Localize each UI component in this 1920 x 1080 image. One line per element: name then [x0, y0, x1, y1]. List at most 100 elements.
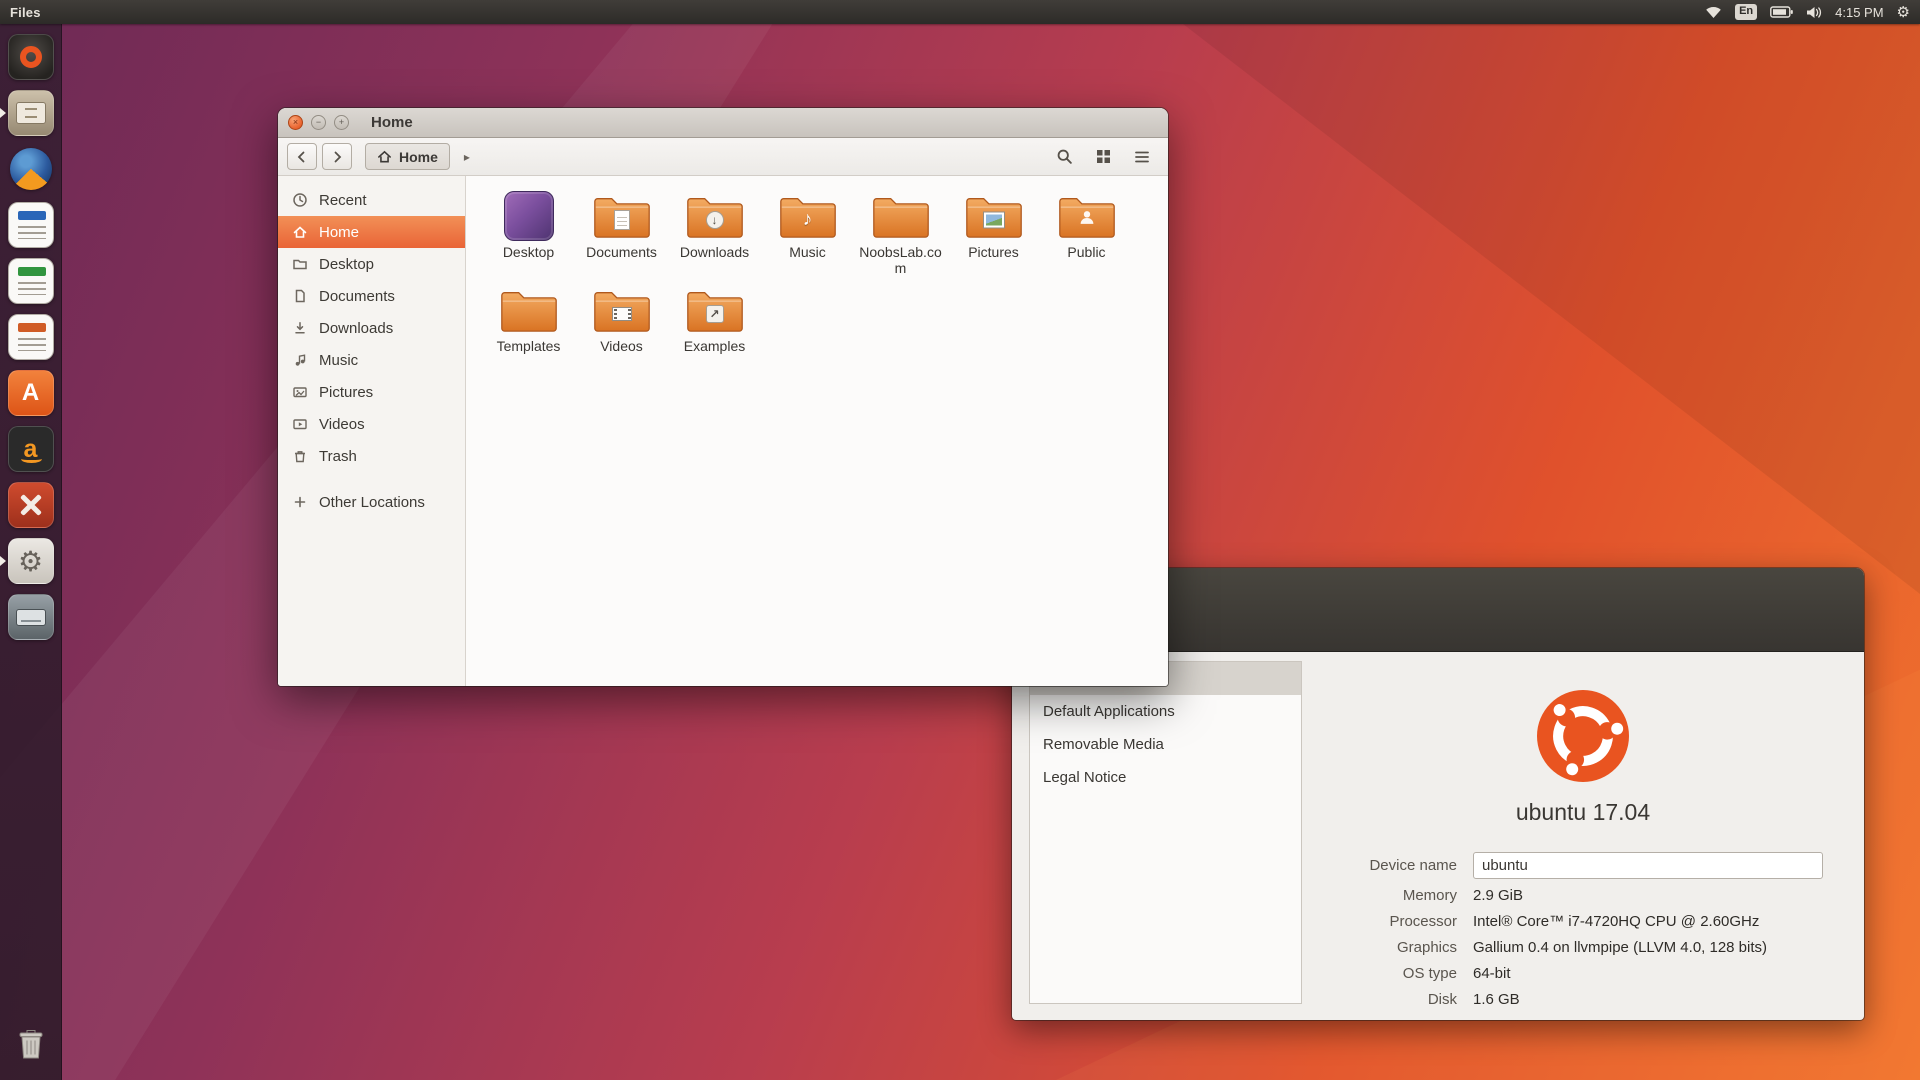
launcher-item-libreoffice-impress[interactable] — [0, 309, 62, 365]
document-emblem — [614, 210, 630, 230]
desktop-folder-icon — [504, 191, 554, 241]
minimize-button[interactable]: − — [311, 115, 326, 130]
clock[interactable]: 4:15 PM — [1835, 5, 1883, 20]
volume-icon[interactable] — [1806, 6, 1822, 19]
person-emblem — [1078, 209, 1095, 231]
libreoffice-calc-icon — [8, 258, 54, 304]
folder-icon — [1055, 188, 1119, 244]
details-list-item-default-applications[interactable]: Default Applications — [1030, 695, 1301, 728]
keyboard-layout-indicator[interactable]: En — [1735, 4, 1757, 19]
settings-details-panel: Default Applications Removable Media Leg… — [1012, 652, 1864, 1020]
menu-button[interactable] — [1125, 143, 1159, 171]
files-sidebar: Recent Home Desktop Documents Downloads … — [278, 176, 466, 686]
launcher-item-system-settings[interactable]: ⚙ — [0, 533, 62, 589]
sidebar-item-music[interactable]: Music — [278, 344, 465, 376]
trash-icon — [292, 448, 308, 464]
files-icon — [8, 90, 54, 136]
network-icon[interactable] — [1705, 5, 1722, 19]
sidebar-item-desktop[interactable]: Desktop — [278, 248, 465, 280]
launcher-item-disks[interactable] — [0, 589, 62, 645]
libreoffice-impress-icon — [8, 314, 54, 360]
ubuntu-dash-icon — [8, 34, 54, 80]
shortcut-emblem: ↗ — [706, 305, 724, 323]
field-processor: Processor Intel® Core™ i7-4720HQ CPU @ 2… — [1312, 910, 1854, 933]
launcher-item-libreoffice-calc[interactable] — [0, 253, 62, 309]
running-indicator — [0, 108, 6, 118]
file-item-music[interactable]: ♪ Music — [761, 188, 854, 276]
home-icon — [377, 149, 392, 164]
launcher-item-files[interactable] — [0, 85, 62, 141]
file-item-templates[interactable]: Templates — [482, 282, 575, 355]
film-emblem — [612, 307, 632, 321]
field-label: Graphics — [1312, 939, 1457, 956]
field-value: 2.9 GiB — [1473, 887, 1523, 904]
file-item-documents[interactable]: Documents — [575, 188, 668, 276]
pathbar-expander[interactable]: ▸ — [455, 143, 479, 170]
launcher-item-amazon[interactable]: a — [0, 421, 62, 477]
field-memory: Memory 2.9 GiB — [1312, 884, 1854, 907]
field-label: Processor — [1312, 913, 1457, 930]
session-gear-icon[interactable]: ⚙ — [1897, 5, 1910, 20]
sidebar-item-trash[interactable]: Trash — [278, 440, 465, 472]
file-item-noobslab[interactable]: NoobsLab.com — [854, 188, 947, 276]
details-list-item-legal-notice[interactable]: Legal Notice — [1030, 761, 1301, 794]
launcher-item-ubuntu-dash[interactable] — [0, 29, 62, 85]
folder-icon: ↗ — [683, 282, 747, 338]
file-item-videos[interactable]: Videos — [575, 282, 668, 355]
firefox-icon — [8, 146, 54, 192]
app-menu-files[interactable]: Files — [10, 5, 41, 20]
file-item-pictures[interactable]: Pictures — [947, 188, 1040, 276]
music-emblem: ♪ — [803, 209, 813, 231]
folder-icon — [962, 188, 1026, 244]
video-icon — [292, 416, 308, 432]
forward-button[interactable] — [322, 143, 352, 170]
running-indicator — [0, 556, 6, 566]
field-value: Intel® Core™ i7-4720HQ CPU @ 2.60GHz — [1473, 913, 1759, 930]
battery-icon[interactable] — [1770, 6, 1793, 18]
launcher-item-libreoffice-writer[interactable] — [0, 197, 62, 253]
sidebar-item-home[interactable]: Home — [278, 216, 465, 248]
sidebar-item-documents[interactable]: Documents — [278, 280, 465, 312]
system-settings-icon: ⚙ — [8, 538, 54, 584]
sidebar-item-downloads[interactable]: Downloads — [278, 312, 465, 344]
plus-icon — [292, 494, 308, 510]
file-item-examples[interactable]: ↗ Examples — [668, 282, 761, 355]
folder-icon — [869, 188, 933, 244]
pathbar-home-button[interactable]: Home — [365, 143, 450, 170]
download-emblem: ↓ — [706, 211, 724, 229]
top-panel: Files En 4:15 PM ⚙ — [0, 0, 1920, 24]
launcher-item-software-updater[interactable] — [0, 477, 62, 533]
folder-icon — [590, 188, 654, 244]
maximize-button[interactable]: + — [334, 115, 349, 130]
file-item-public[interactable]: Public — [1040, 188, 1133, 276]
document-icon — [292, 288, 308, 304]
music-note-icon — [292, 352, 308, 368]
search-button[interactable] — [1047, 143, 1081, 171]
folder-icon — [292, 256, 308, 272]
file-item-downloads[interactable]: ↓ Downloads — [668, 188, 761, 276]
field-value: Gallium 0.4 on llvmpipe (LLVM 4.0, 128 b… — [1473, 939, 1767, 956]
sidebar-item-videos[interactable]: Videos — [278, 408, 465, 440]
grid-icon — [1096, 149, 1111, 164]
launcher-item-firefox[interactable] — [0, 141, 62, 197]
software-updater-icon — [8, 482, 54, 528]
details-list-item-removable-media[interactable]: Removable Media — [1030, 728, 1301, 761]
download-icon — [292, 320, 308, 336]
files-titlebar[interactable]: × − + Home — [278, 108, 1168, 138]
system-info-fields: Device name Memory 2.9 GiB Processor Int… — [1312, 850, 1854, 1011]
sidebar-item-recent[interactable]: Recent — [278, 184, 465, 216]
view-grid-button[interactable] — [1086, 143, 1120, 171]
close-button[interactable]: × — [288, 115, 303, 130]
file-item-desktop[interactable]: Desktop — [482, 188, 575, 276]
back-button[interactable] — [287, 143, 317, 170]
files-toolbar: Home ▸ — [278, 138, 1168, 176]
sidebar-item-pictures[interactable]: Pictures — [278, 376, 465, 408]
amazon-icon: a — [8, 426, 54, 472]
launcher-item-ubuntu-software[interactable]: A — [0, 365, 62, 421]
device-name-input[interactable] — [1473, 852, 1823, 879]
sidebar-item-other-locations[interactable]: Other Locations — [278, 486, 465, 518]
field-graphics: Graphics Gallium 0.4 on llvmpipe (LLVM 4… — [1312, 936, 1854, 959]
launcher-item-trash[interactable] — [0, 1016, 62, 1072]
pathbar-label: Home — [399, 149, 438, 165]
field-disk: Disk 1.6 GB — [1312, 988, 1854, 1011]
